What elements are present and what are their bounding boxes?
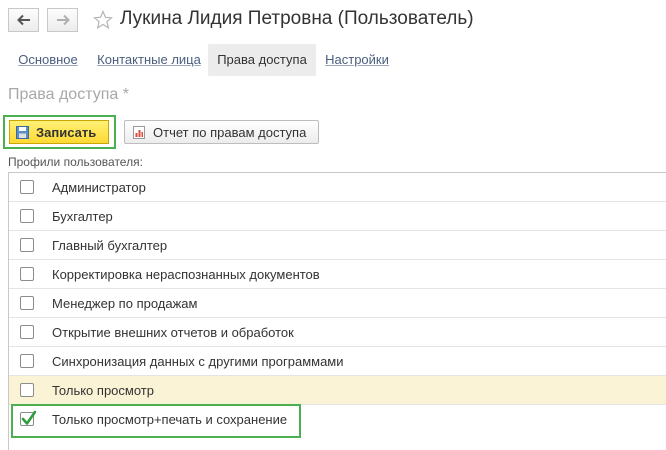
profile-checkbox[interactable] <box>20 238 34 252</box>
forward-button[interactable] <box>47 8 78 32</box>
profiles-label: Профили пользователя: <box>8 155 143 169</box>
save-disk-icon <box>16 125 29 139</box>
section-title: Права доступа * <box>8 86 129 103</box>
favorite-star-icon[interactable] <box>93 10 113 30</box>
save-button[interactable]: Записать <box>9 120 109 144</box>
profile-label: Только просмотр <box>52 383 154 398</box>
profile-label: Главный бухгалтер <box>52 238 168 253</box>
access-report-button-label: Отчет по правам доступа <box>153 124 307 140</box>
back-button[interactable] <box>8 8 39 32</box>
profile-row[interactable]: Менеджер по продажам <box>9 289 666 318</box>
profile-checkbox[interactable] <box>20 383 34 397</box>
profile-checkbox[interactable] <box>20 354 34 368</box>
profile-row[interactable]: Корректировка нераспознанных документов <box>9 260 666 289</box>
profile-row-selected[interactable]: Только просмотр <box>9 376 666 405</box>
profile-row[interactable]: Главный бухгалтер <box>9 231 666 260</box>
profile-label: Корректировка нераспознанных документов <box>52 267 320 282</box>
profile-label: Открытие внешних отчетов и обработок <box>52 325 294 340</box>
save-button-label: Записать <box>36 124 97 140</box>
access-report-button[interactable]: Отчет по правам доступа <box>124 120 319 144</box>
tab-access-rights[interactable]: Права доступа <box>208 44 316 76</box>
profile-label: Менеджер по продажам <box>52 296 198 311</box>
tab-contacts[interactable]: Контактные лица <box>96 44 202 76</box>
arrow-left-icon <box>16 14 30 26</box>
profile-checkbox[interactable] <box>20 209 34 223</box>
profile-row[interactable]: Бухгалтер <box>9 202 666 231</box>
profile-row[interactable]: Открытие внешних отчетов и обработок <box>9 318 666 347</box>
profile-row[interactable]: Администратор <box>9 173 666 202</box>
window-title: Лукина Лидия Петровна (Пользователь) <box>120 8 474 29</box>
report-chart-icon <box>133 125 145 139</box>
profile-label: Администратор <box>52 180 146 195</box>
tab-main[interactable]: Основное <box>10 44 86 76</box>
arrow-right-icon <box>56 14 70 26</box>
tab-settings[interactable]: Настройки <box>324 44 390 76</box>
profile-label: Бухгалтер <box>52 209 113 224</box>
profile-checkbox[interactable] <box>20 267 34 281</box>
profile-checkbox[interactable] <box>20 325 34 339</box>
profile-label: Синхронизация данных с другими программа… <box>52 354 344 369</box>
profile-checkbox[interactable] <box>20 180 34 194</box>
profile-row[interactable]: Синхронизация данных с другими программа… <box>9 347 666 376</box>
checked-profile-highlight-box <box>11 404 301 438</box>
profile-checkbox[interactable] <box>20 296 34 310</box>
